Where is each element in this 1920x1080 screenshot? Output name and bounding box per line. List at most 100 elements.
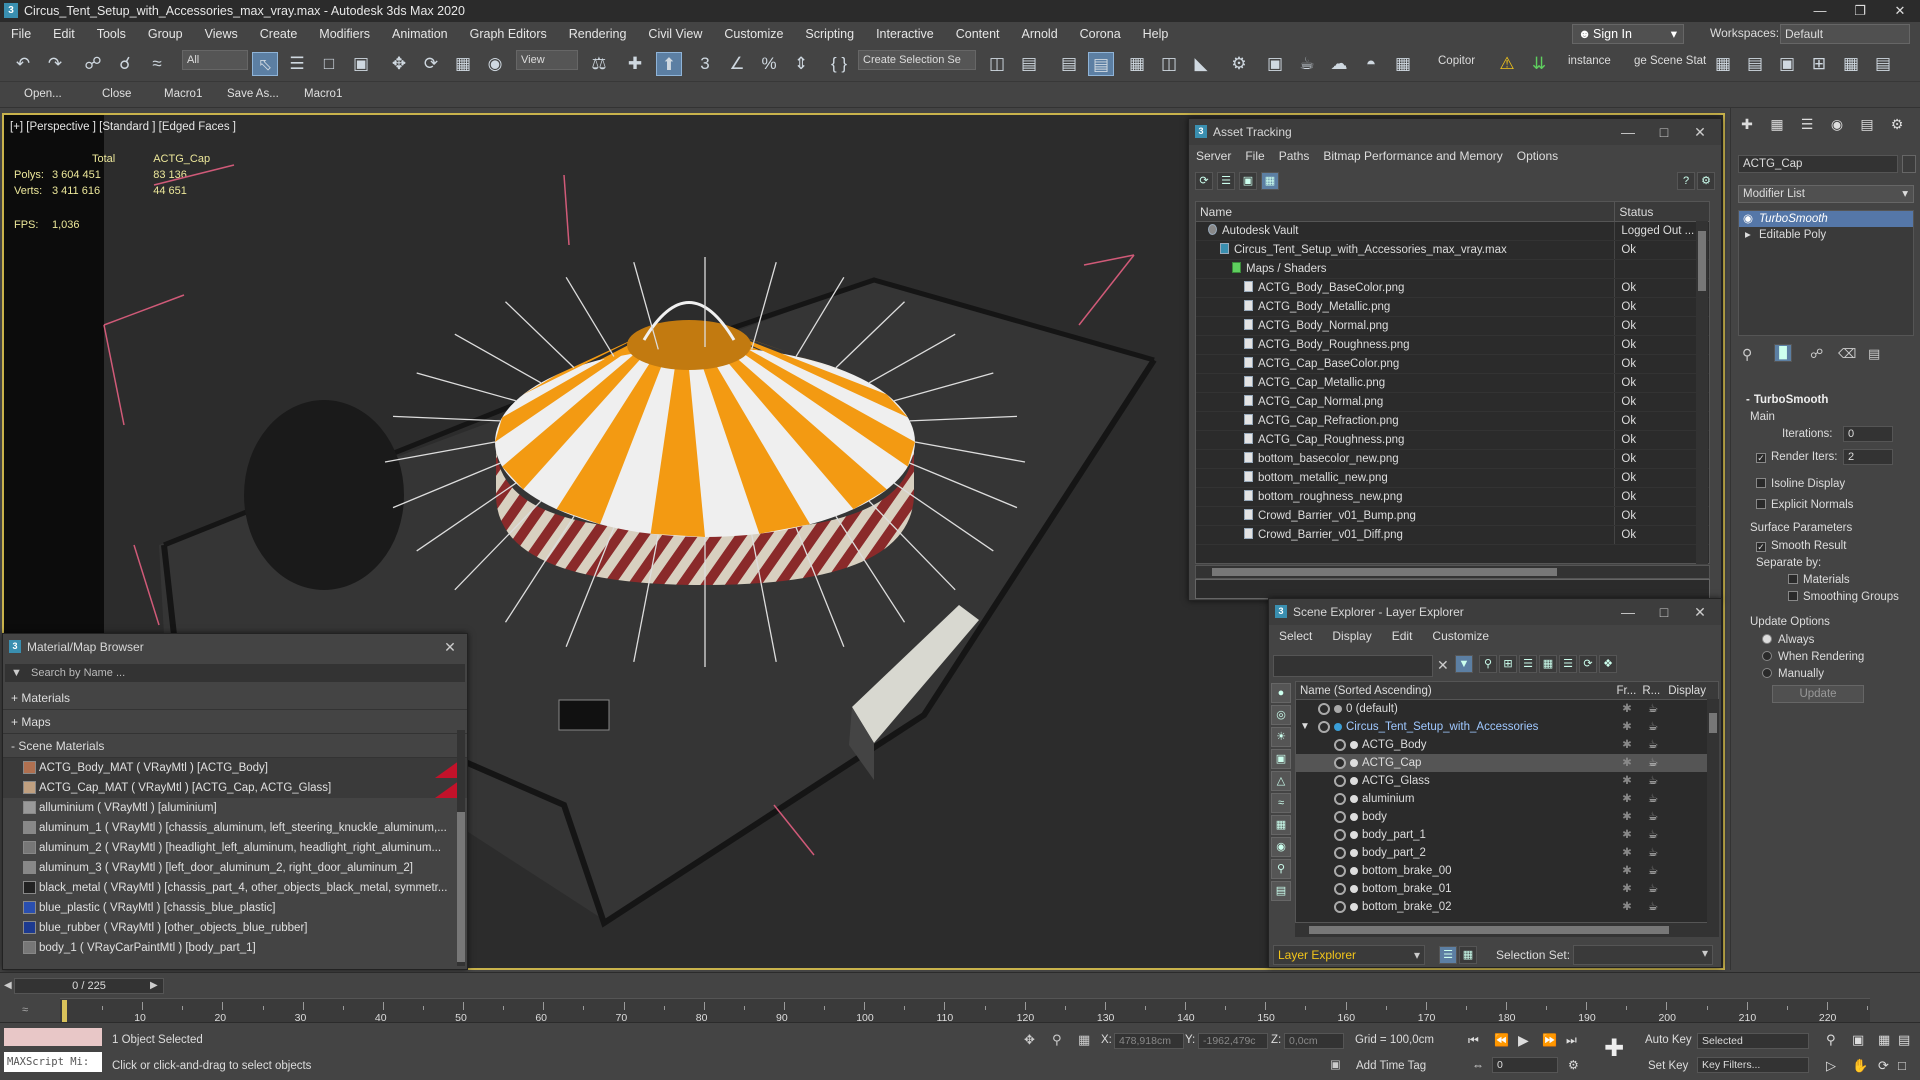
- isoline-display-checkbox[interactable]: Isoline Display: [1756, 478, 1845, 490]
- render-icon[interactable]: ☕: [1640, 754, 1666, 772]
- expand-icon[interactable]: ▼: [1300, 718, 1310, 736]
- menu-help[interactable]: Help: [1132, 27, 1180, 41]
- asset-row[interactable]: ACTG_Body_Metallic.png Ok: [1196, 298, 1709, 317]
- grid-icon[interactable]: ▦: [1390, 52, 1416, 76]
- object-row[interactable]: bottom_brake_00 ✱ ☕: [1296, 862, 1718, 880]
- menu-rendering[interactable]: Rendering: [558, 27, 638, 41]
- smoothing-groups-checkbox[interactable]: Smoothing Groups: [1788, 591, 1899, 603]
- object-row[interactable]: ACTG_Glass ✱ ☕: [1296, 772, 1718, 790]
- smooth-result-check[interactable]: ✓: [1756, 542, 1766, 552]
- freeze-icon[interactable]: ✱: [1614, 862, 1640, 880]
- close-icon[interactable]: ✕: [1683, 599, 1717, 625]
- eye-icon[interactable]: [1334, 775, 1346, 787]
- scene-search-input[interactable]: [1273, 655, 1433, 677]
- material-map-browser-window[interactable]: 3 Material/Map Browser ✕ ▼ Search by Name …: [2, 633, 468, 970]
- redo-icon[interactable]: ↷: [42, 52, 68, 76]
- remove-modifier-icon[interactable]: ⌫: [1838, 346, 1856, 362]
- maxscript-listener[interactable]: [4, 1028, 102, 1046]
- pivot-center-icon[interactable]: ⚖: [586, 52, 612, 76]
- filter-containers-icon[interactable]: ▤: [1271, 881, 1291, 901]
- asset-row[interactable]: ACTG_Cap_Normal.png Ok: [1196, 393, 1709, 412]
- selection-set-dropdown[interactable]: ▾: [1573, 945, 1713, 965]
- object-row[interactable]: ACTG_Cap ✱ ☕: [1296, 754, 1718, 772]
- chevron-double-down-icon[interactable]: ⇊: [1526, 52, 1552, 76]
- freeze-icon[interactable]: ✱: [1614, 718, 1640, 736]
- layer-row[interactable]: ▼ Circus_Tent_Setup_with_Accessories ✱ ☕: [1296, 718, 1718, 736]
- refresh-icon[interactable]: ⟳: [1195, 172, 1213, 190]
- scene-horizontal-scrollbar[interactable]: [1295, 923, 1719, 937]
- table-view-icon[interactable]: ▦: [1261, 172, 1279, 190]
- render-iters-spinner[interactable]: 2: [1843, 449, 1893, 465]
- asset-row[interactable]: ACTG_Body_Roughness.png Ok: [1196, 336, 1709, 355]
- asset-menu-file[interactable]: File: [1238, 149, 1271, 163]
- lock-icon[interactable]: ⚲: [1479, 655, 1497, 673]
- asset-menu-bitmap-performance[interactable]: Bitmap Performance and Memory: [1316, 149, 1509, 163]
- place-icon[interactable]: ◉: [482, 52, 508, 76]
- asset-tracking-titlebar[interactable]: 3 Asset Tracking — □ ✕: [1189, 119, 1721, 145]
- named-selection-dropdown[interactable]: Create Selection Se: [858, 50, 976, 70]
- eye-icon[interactable]: [1334, 757, 1346, 769]
- scene-stat-label[interactable]: ge Scene Stat: [1634, 55, 1706, 67]
- eye-icon[interactable]: [1334, 829, 1346, 841]
- stack-item-editable-poly[interactable]: ▸ Editable Poly: [1739, 227, 1913, 243]
- add-panel-icon[interactable]: ⊞: [1806, 52, 1832, 76]
- asset-row[interactable]: ACTG_Body_Normal.png Ok: [1196, 317, 1709, 336]
- snap-toggle-icon[interactable]: 3: [692, 52, 718, 76]
- filter-bones-icon[interactable]: ⚲: [1271, 859, 1291, 879]
- object-row[interactable]: bottom_brake_01 ✱ ☕: [1296, 880, 1718, 898]
- next-frame-icon[interactable]: ▶: [150, 980, 158, 991]
- hierarchy-icon[interactable]: ▦: [1539, 655, 1557, 673]
- render-icon[interactable]: ☕: [1640, 880, 1666, 898]
- list-view-icon[interactable]: ☰: [1217, 172, 1235, 190]
- scene-explorer-titlebar[interactable]: 3 Scene Explorer - Layer Explorer — □ ✕: [1269, 599, 1721, 625]
- hierarchy-tab-icon[interactable]: ☰: [1795, 116, 1819, 136]
- material-row[interactable]: alluminium ( VRayMtl ) [aluminium]: [3, 798, 467, 818]
- key-mode-icon[interactable]: ⇔: [1472, 1058, 1484, 1072]
- scene-col-display[interactable]: Display: [1664, 682, 1718, 699]
- material-browser-titlebar[interactable]: 3 Material/Map Browser ✕: [3, 634, 467, 660]
- scene-menu-display[interactable]: Display: [1322, 629, 1381, 643]
- manually-dot[interactable]: [1762, 668, 1772, 678]
- asset-col-status[interactable]: Status: [1614, 202, 1709, 221]
- clear-search-icon[interactable]: ✕: [1437, 657, 1449, 674]
- selection-lock-icon[interactable]: ⚲: [1052, 1032, 1062, 1048]
- asset-row[interactable]: Maps / Shaders: [1196, 260, 1709, 279]
- asset-col-name[interactable]: Name: [1196, 202, 1614, 221]
- material-editor-icon[interactable]: ◣: [1188, 52, 1214, 76]
- always-radio[interactable]: Always: [1762, 634, 1814, 646]
- freeze-icon[interactable]: ✱: [1614, 772, 1640, 790]
- maps-section[interactable]: + Maps: [3, 710, 467, 734]
- when-rendering-dot[interactable]: [1762, 651, 1772, 661]
- eye-icon[interactable]: [1318, 703, 1330, 715]
- render-icon[interactable]: ☕: [1640, 718, 1666, 736]
- asset-row[interactable]: ACTG_Cap_BaseColor.png Ok: [1196, 355, 1709, 374]
- x-coordinate-field[interactable]: 478,918cm: [1114, 1033, 1184, 1049]
- render-shortcuts-icon[interactable]: ◓: [1358, 52, 1384, 76]
- layer-explorer-icon[interactable]: ▤: [1056, 52, 1082, 76]
- bind-spacewarp-icon[interactable]: ≈: [144, 52, 170, 76]
- move-icon[interactable]: ✥: [386, 52, 412, 76]
- eye-icon[interactable]: [1334, 901, 1346, 913]
- scroll-thumb[interactable]: [1709, 713, 1717, 733]
- go-to-end-icon[interactable]: ⏭: [1566, 1033, 1577, 1048]
- material-row[interactable]: ACTG_Body_MAT ( VRayMtl ) [ACTG_Body]: [3, 758, 467, 778]
- zoom-extents-all-icon[interactable]: ▤: [1898, 1032, 1910, 1048]
- manually-radio[interactable]: Manually: [1762, 668, 1824, 680]
- material-row[interactable]: body_1 ( VRayCarPaintMtl ) [body_part_1]: [3, 938, 467, 958]
- display-tab-icon[interactable]: ▤: [1855, 116, 1879, 136]
- eye-icon[interactable]: [1334, 793, 1346, 805]
- scene-menu-select[interactable]: Select: [1269, 629, 1322, 643]
- materials-section[interactable]: + Materials: [3, 686, 467, 710]
- freeze-icon[interactable]: ✱: [1614, 790, 1640, 808]
- settings-icon[interactable]: ⚙: [1697, 172, 1715, 190]
- asset-row[interactable]: bottom_basecolor_new.png Ok: [1196, 450, 1709, 469]
- freeze-icon[interactable]: ✱: [1614, 808, 1640, 826]
- scroll-thumb[interactable]: [457, 812, 465, 962]
- smooth-result-checkbox[interactable]: ✓ Smooth Result: [1756, 540, 1846, 552]
- asset-row[interactable]: bottom_metallic_new.png Ok: [1196, 469, 1709, 488]
- panel-layout-3-icon[interactable]: ▣: [1774, 52, 1800, 76]
- iterations-spinner[interactable]: 0: [1843, 426, 1893, 442]
- modifier-list-dropdown[interactable]: Modifier List ▾: [1738, 185, 1914, 203]
- utilities-tab-icon[interactable]: ⚙: [1885, 116, 1909, 136]
- menu-modifiers[interactable]: Modifiers: [308, 27, 381, 41]
